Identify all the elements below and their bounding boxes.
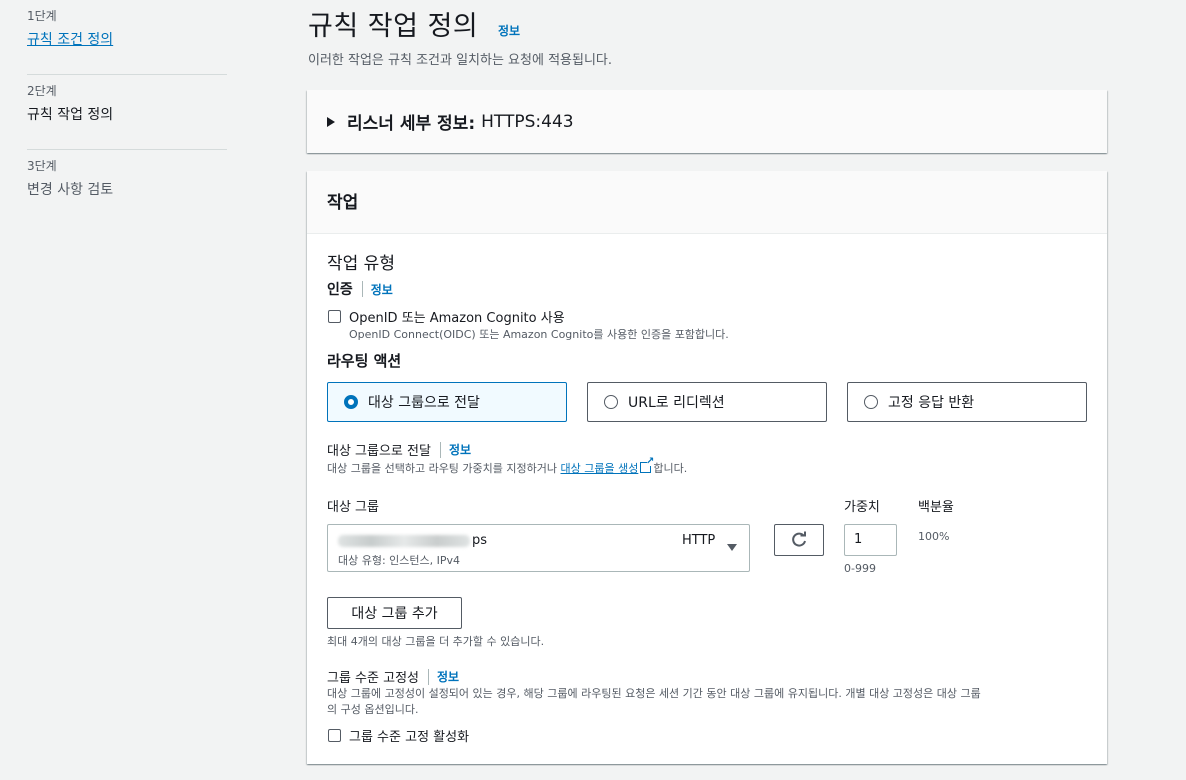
stickiness-field-label: 그룹 수준 고정성 정보 — [327, 667, 459, 686]
forward-field-label: 대상 그룹으로 전달 정보 — [327, 440, 471, 459]
auth-field-label: 인증 정보 — [327, 279, 393, 299]
target-group-protocol: HTTP — [682, 533, 716, 548]
stickiness-checkbox-row[interactable]: 그룹 수준 고정 활성화 — [328, 726, 469, 745]
divider — [361, 281, 363, 297]
auth-label: 인증 — [327, 282, 353, 298]
forward-desc-before: 대상 그룹을 선택하고 라우팅 가중치를 지정하거나 — [327, 462, 561, 475]
listener-expand-toggle[interactable]: 리스너 세부 정보: HTTPS:443 — [327, 109, 574, 134]
routing-option-forward[interactable]: 대상 그룹으로 전달 — [327, 382, 567, 422]
routing-action-label: 라우팅 액션 — [327, 352, 402, 370]
stickiness-info-link[interactable]: 정보 — [437, 668, 459, 685]
forward-desc-after: 합니다. — [653, 462, 688, 475]
action-panel-title: 작업 — [307, 171, 1107, 234]
step-3: 3단계 변경 사항 검토 — [27, 150, 227, 225]
percent-value: 100% — [918, 530, 950, 543]
page-title: 규칙 작업 정의 — [308, 11, 479, 42]
refresh-button[interactable] — [774, 524, 824, 556]
listener-value: HTTPS:443 — [481, 111, 574, 132]
target-group-select[interactable]: ps HTTP 대상 유형: 인스턴스, IPv4 — [327, 524, 750, 572]
action-type-label: 작업 유형 — [327, 254, 395, 274]
caret-right-icon — [327, 116, 335, 127]
refresh-icon — [792, 531, 806, 547]
chevron-down-icon[interactable] — [727, 544, 737, 551]
external-link-icon[interactable] — [640, 456, 654, 473]
routing-option-forward-label: 대상 그룹으로 전달 — [368, 395, 480, 411]
stickiness-checkbox[interactable] — [328, 729, 341, 742]
redacted-text — [338, 534, 470, 547]
target-group-value-visible: ps — [472, 533, 488, 548]
radio-icon[interactable] — [604, 395, 618, 409]
listener-label: 리스너 세부 정보: — [347, 114, 476, 134]
target-group-subtext: 대상 유형: 인스턴스, IPv4 — [338, 554, 461, 567]
target-group-value: ps — [338, 533, 487, 548]
action-panel: 작업 작업 유형 인증 정보 OpenID 또는 Amazon Cognito … — [307, 171, 1107, 764]
divider — [428, 668, 429, 685]
step-1-number: 1단계 — [27, 9, 57, 23]
listener-details-panel: 리스너 세부 정보: HTTPS:443 — [307, 90, 1107, 153]
add-target-group-description: 최대 4개의 대상 그룹을 더 추가할 수 있습니다. — [327, 635, 545, 648]
step-2-title: 규칙 작업 정의 — [27, 107, 114, 123]
routing-option-fixed-response-label: 고정 응답 반환 — [888, 395, 975, 411]
routing-option-redirect[interactable]: URL로 리디렉션 — [587, 382, 827, 422]
create-target-group-link[interactable]: 대상 그룹을 생성 — [561, 462, 639, 475]
forward-info-link[interactable]: 정보 — [449, 441, 471, 458]
stickiness-desc-line1: 대상 그룹에 고정성이 설정되어 있는 경우, 해당 그룹에 라우팅된 요청은 … — [327, 687, 981, 700]
step-3-title: 변경 사항 검토 — [27, 182, 114, 198]
percent-label: 백분율 — [918, 500, 954, 515]
step-2-number: 2단계 — [27, 84, 57, 98]
divider — [439, 441, 441, 458]
weight-label: 가중치 — [844, 500, 880, 515]
routing-option-redirect-label: URL로 리디렉션 — [628, 395, 725, 411]
oidc-checkbox-description: OpenID Connect(OIDC) 또는 Amazon Cognito를 … — [349, 328, 729, 341]
stickiness-checkbox-label: 그룹 수준 고정 활성화 — [349, 730, 470, 745]
weight-range: 0-999 — [844, 562, 876, 575]
forward-label: 대상 그룹으로 전달 — [327, 444, 431, 459]
auth-info-link[interactable]: 정보 — [371, 281, 393, 298]
step-1-link[interactable]: 규칙 조건 정의 — [27, 30, 227, 50]
oidc-checkbox-row[interactable]: OpenID 또는 Amazon Cognito 사용 — [328, 307, 565, 326]
forward-description: 대상 그룹을 선택하고 라우팅 가중치를 지정하거나 대상 그룹을 생성 합니다. — [327, 456, 688, 476]
radio-icon[interactable] — [864, 395, 878, 409]
step-3-number: 3단계 — [27, 159, 57, 173]
weight-input[interactable]: 1 — [844, 524, 897, 556]
routing-option-fixed-response[interactable]: 고정 응답 반환 — [847, 382, 1087, 422]
add-target-group-button[interactable]: 대상 그룹 추가 — [327, 597, 462, 629]
target-group-label: 대상 그룹 — [327, 500, 379, 515]
step-1: 1단계 규칙 조건 정의 — [27, 0, 227, 75]
oidc-checkbox-label: OpenID 또는 Amazon Cognito 사용 — [349, 311, 565, 326]
radio-selected-icon[interactable] — [344, 395, 358, 409]
step-2: 2단계 규칙 작업 정의 — [27, 75, 227, 150]
page-description: 이러한 작업은 규칙 조건과 일치하는 요청에 적용됩니다. — [308, 53, 613, 68]
stickiness-description: 대상 그룹에 고정성이 설정되어 있는 경우, 해당 그룹에 라우팅된 요청은 … — [327, 686, 1097, 718]
stickiness-desc-line2: 의 구성 옵션입니다. — [327, 703, 419, 716]
page-info-link[interactable]: 정보 — [498, 22, 520, 39]
wizard-steps: 1단계 규칙 조건 정의 2단계 규칙 작업 정의 3단계 변경 사항 검토 — [27, 0, 227, 225]
oidc-checkbox[interactable] — [328, 310, 341, 323]
stickiness-label: 그룹 수준 고정성 — [327, 671, 419, 686]
